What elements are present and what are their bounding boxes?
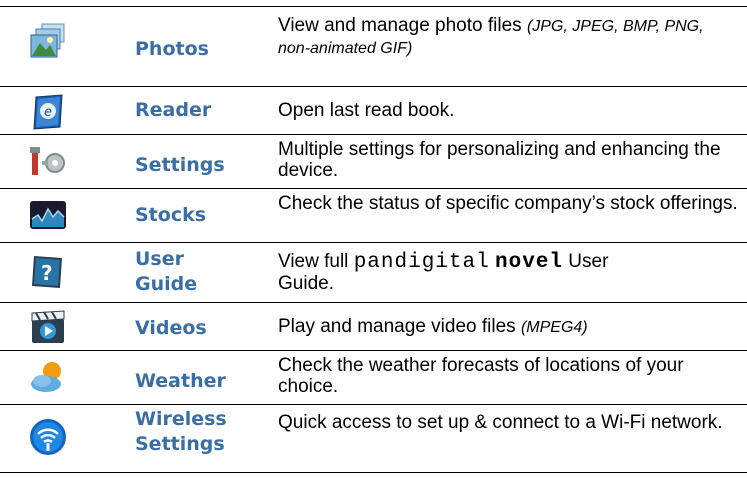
svg-text:?: ? — [41, 261, 53, 285]
app-desc-videos: Play and manage video files (MPEG4) — [278, 316, 588, 337]
table-row-settings: Settings Multiple settings for personali… — [0, 134, 747, 188]
app-desc-user-guide: View full pandigital novel User Guide. — [278, 251, 609, 294]
app-desc-photos: View and manage photo files (JPG, JPEG, … — [278, 15, 704, 57]
app-desc-settings: Multiple settings for personalizing and … — [278, 139, 721, 181]
table-row-photos: Photos View and manage photo files (JPG,… — [0, 6, 747, 86]
user-guide-icon: ? — [32, 256, 62, 288]
reader-icon: e — [33, 94, 63, 130]
table-row-wireless-settings: Wireless Settings Quick access to set up … — [0, 404, 747, 473]
svg-text:e: e — [44, 105, 52, 120]
app-name-user-guide: User Guide — [135, 248, 198, 295]
table-row-videos: Videos Play and manage video files (MPEG… — [0, 302, 747, 350]
app-name-stocks: Stocks — [135, 204, 207, 226]
novel-brand: novel — [495, 251, 564, 274]
videos-icon — [31, 310, 65, 343]
table-row-reader: e Reader Open last read book. — [0, 86, 747, 134]
app-desc-wireless-settings: Quick access to set up & connect to a Wi… — [278, 412, 723, 433]
weather-icon — [31, 362, 61, 392]
photos-icon — [30, 23, 65, 58]
app-desc-reader: Open last read book. — [278, 100, 455, 121]
app-name-videos: Videos — [135, 317, 207, 339]
app-desc-weather: Check the weather forecasts of locations… — [278, 355, 684, 397]
app-name-weather: Weather — [135, 370, 226, 392]
settings-icon — [30, 147, 65, 175]
app-desc-stocks: Check the status of specific company’s s… — [278, 193, 738, 214]
stocks-icon — [30, 201, 66, 229]
app-name-reader: Reader — [135, 99, 212, 121]
app-name-settings: Settings — [135, 154, 225, 176]
wifi-icon — [30, 419, 66, 455]
app-name-wireless-settings: Wireless Settings — [135, 408, 227, 455]
app-name-photos: Photos — [135, 38, 209, 60]
table-row-user-guide: ? User Guide View full pandigital novel U… — [0, 242, 747, 302]
table-row-stocks: Stocks Check the status of specific comp… — [0, 188, 747, 242]
pandigital-brand: pandigital — [353, 251, 490, 274]
table-row-weather: Weather Check the weather forecasts of l… — [0, 350, 747, 404]
